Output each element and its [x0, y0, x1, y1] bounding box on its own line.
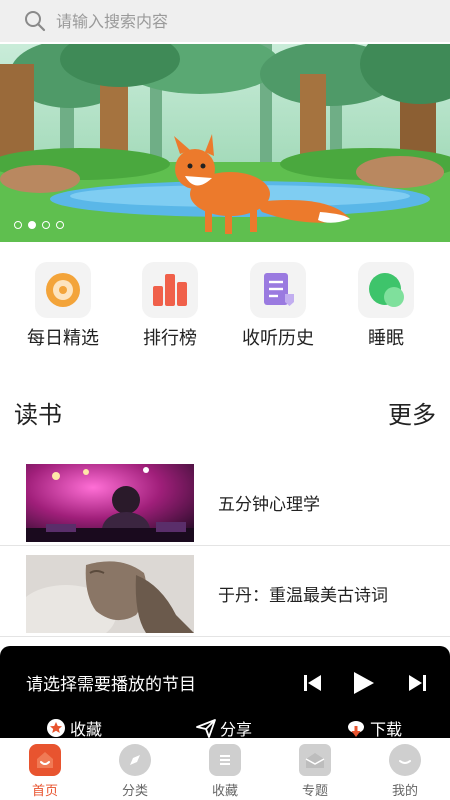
share-label: 分享	[220, 720, 253, 739]
share-icon	[196, 719, 216, 738]
profile-icon	[389, 744, 421, 776]
next-icon	[409, 675, 426, 691]
play-icon	[354, 672, 374, 694]
quick-label: 每日精选	[27, 328, 99, 349]
daily-pick-icon	[35, 262, 91, 318]
tab-topics[interactable]: 专题	[280, 744, 350, 799]
list-item[interactable]: 五分钟心理学	[0, 458, 450, 548]
list-item[interactable]: 于丹：重温最美古诗词	[0, 549, 450, 639]
download-icon	[348, 721, 364, 737]
ranking-icon	[142, 262, 198, 318]
quick-sleep[interactable]: 睡眠	[336, 262, 436, 350]
tab-bar: 首页 分类 收藏 专题 我的	[0, 740, 450, 800]
download-label: 下载	[370, 720, 403, 739]
banner-carousel[interactable]	[0, 44, 450, 242]
favorite-label: 收藏	[70, 720, 103, 739]
tab-profile[interactable]: 我的	[370, 744, 440, 799]
sleep-icon	[358, 262, 414, 318]
now-playing-text: 请选择需要播放的节目	[26, 675, 196, 695]
carousel-dot[interactable]	[14, 221, 22, 229]
search-input[interactable]	[56, 11, 416, 31]
tab-label: 分类	[121, 784, 148, 799]
category-icon	[119, 744, 151, 776]
favorite-button[interactable]: 收藏	[46, 716, 102, 740]
divider	[0, 636, 450, 637]
list-item-title: 五分钟心理学	[218, 495, 320, 515]
topics-icon	[299, 744, 331, 776]
previous-button[interactable]	[302, 672, 324, 694]
search-bar[interactable]	[0, 0, 450, 42]
tab-label: 专题	[301, 784, 328, 799]
play-button[interactable]	[350, 670, 376, 696]
share-button[interactable]: 分享	[196, 716, 252, 740]
list-item-thumbnail	[26, 555, 194, 633]
quick-history[interactable]: 收听历史	[228, 262, 328, 350]
home-icon	[29, 744, 61, 776]
section-title: 读书	[14, 401, 62, 429]
list-item-title: 于丹：重温最美古诗词	[218, 586, 388, 606]
tab-category[interactable]: 分类	[100, 744, 170, 799]
banner-image	[0, 44, 450, 242]
tab-label: 收藏	[211, 784, 238, 799]
quick-label: 排行榜	[143, 328, 197, 349]
carousel-dot[interactable]	[42, 221, 50, 229]
carousel-indicator[interactable]	[14, 221, 64, 229]
quick-label: 收听历史	[242, 328, 314, 349]
quick-categories: 每日精选 排行榜 收听历史 睡眠	[0, 262, 450, 352]
tab-label: 首页	[31, 784, 58, 799]
history-icon	[250, 262, 306, 318]
section-more-link[interactable]: 更多	[388, 395, 436, 430]
next-button[interactable]	[406, 672, 428, 694]
quick-daily-pick[interactable]: 每日精选	[13, 262, 113, 350]
quick-label: 睡眠	[368, 328, 404, 349]
tab-favorites[interactable]: 收藏	[190, 744, 260, 799]
list-item-thumbnail	[26, 464, 194, 542]
quick-ranking[interactable]: 排行榜	[120, 262, 220, 350]
mini-player: 请选择需要播放的节目 收藏 分享 下载	[0, 646, 450, 740]
previous-icon	[304, 675, 321, 691]
download-button[interactable]: 下载	[346, 716, 402, 740]
tab-home[interactable]: 首页	[10, 744, 80, 799]
carousel-dot[interactable]	[28, 221, 36, 229]
carousel-dot[interactable]	[56, 221, 64, 229]
tab-label: 我的	[391, 784, 418, 799]
divider	[0, 545, 450, 546]
search-icon	[25, 11, 46, 32]
favorite-icon	[47, 719, 65, 737]
favorites-icon	[209, 744, 241, 776]
